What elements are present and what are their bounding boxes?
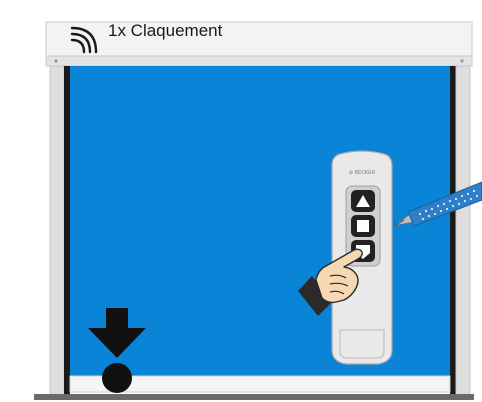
remote-brand: ⚙ BECKER <box>349 170 376 176</box>
stop-button[interactable] <box>351 215 375 237</box>
right-frame-post <box>450 65 471 397</box>
roller-shutter-illustration: ⚙ BECKER <box>34 21 482 400</box>
instruction-label: 1x Claquement <box>108 21 223 40</box>
left-frame-post <box>49 65 70 397</box>
floor-line <box>34 394 474 400</box>
square-stop-icon <box>357 220 369 232</box>
up-button[interactable] <box>351 190 375 212</box>
